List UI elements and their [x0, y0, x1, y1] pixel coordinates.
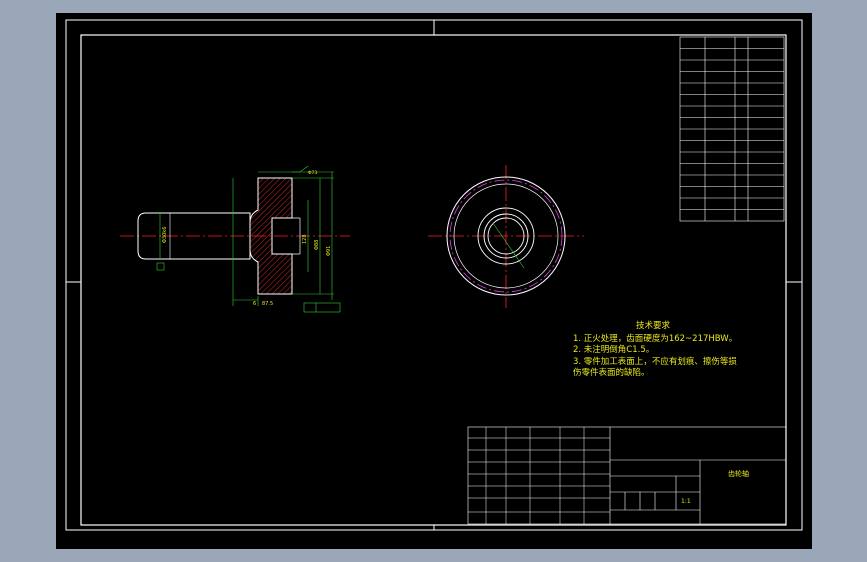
dim-phi73: Φ73	[308, 170, 317, 176]
dim-87-5: 87.5	[262, 301, 273, 307]
side-view: 6 87.5 Φ73 Φ30k6 Φ91 Φ88 128	[120, 165, 350, 313]
note-3: 3. 零件加工表面上，不应有划痕、擦伤等损	[573, 356, 737, 367]
part-name: 齿轮轴	[728, 470, 749, 478]
radius-leader	[492, 222, 525, 269]
outer-frame	[65, 19, 803, 531]
note-4: 伤零件表面的缺陷。	[573, 368, 650, 378]
dim-phi91: Φ91	[326, 246, 332, 256]
note-2: 2. 未注明倒角C1.5。	[573, 345, 655, 355]
dim-128: 128	[302, 234, 308, 244]
technical-requirements: 技术要求 1. 正火处理，齿面硬度为162~217HBW。 2. 未注明倒角C1…	[573, 321, 753, 380]
note-1: 1. 正火处理，齿面硬度为162~217HBW。	[573, 333, 738, 344]
dim-6: 6	[253, 301, 256, 307]
scale-value: 1:1	[681, 498, 691, 505]
dim-phi88: Φ88	[314, 240, 320, 250]
dim-phi30k6: Φ30k6	[162, 227, 168, 243]
notes-title: 技术要求	[635, 321, 670, 331]
front-view	[428, 165, 584, 308]
